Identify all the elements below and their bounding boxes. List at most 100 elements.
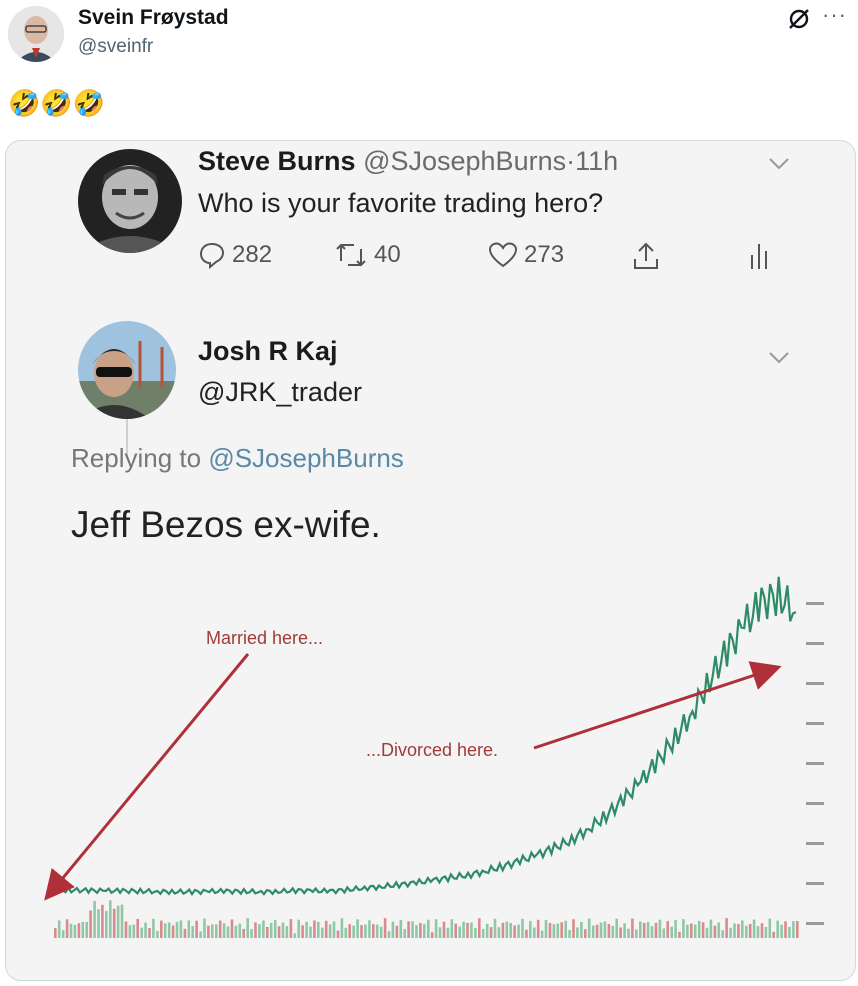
volume-bar bbox=[729, 927, 732, 938]
volume-bar bbox=[674, 919, 677, 938]
steve-burns-avatar bbox=[78, 149, 182, 253]
volume-bar bbox=[120, 904, 124, 938]
volume-bar bbox=[611, 926, 615, 938]
volume-bar bbox=[584, 929, 587, 938]
volume-bar bbox=[462, 921, 465, 938]
volume-bar bbox=[446, 927, 450, 938]
axis-tick-mark bbox=[806, 722, 824, 725]
like-count: 273 bbox=[524, 241, 565, 268]
volume-bar bbox=[258, 924, 261, 938]
volume-bar bbox=[101, 904, 104, 938]
volume-bar bbox=[517, 924, 520, 938]
volume-bar bbox=[383, 918, 387, 938]
volume-bar bbox=[725, 918, 728, 938]
volume-bar bbox=[717, 922, 721, 938]
volume-bar bbox=[580, 921, 583, 938]
volume-bar bbox=[529, 921, 532, 938]
retweet-count: 40 bbox=[374, 241, 401, 268]
volume-bar bbox=[748, 924, 752, 938]
volume-bar bbox=[599, 922, 603, 938]
volume-bar bbox=[780, 924, 783, 938]
volume-bar bbox=[572, 919, 575, 938]
heart-icon bbox=[488, 242, 518, 268]
volume-bar bbox=[693, 924, 697, 938]
volume-bar bbox=[548, 922, 552, 938]
volume-bar bbox=[533, 927, 536, 938]
avatar-image bbox=[78, 149, 182, 253]
author-name[interactable]: Svein Frøystad bbox=[78, 6, 229, 30]
volume-bar bbox=[77, 923, 81, 938]
volume-bar bbox=[215, 924, 218, 938]
volume-bar bbox=[745, 925, 748, 938]
volume-bar bbox=[721, 930, 724, 938]
volume-bar bbox=[458, 926, 461, 938]
volume-bar bbox=[536, 919, 540, 938]
volume-bar bbox=[191, 926, 194, 938]
chart-series-line bbox=[53, 576, 797, 897]
volume-bar bbox=[395, 925, 399, 938]
volume-bar bbox=[489, 927, 493, 938]
volume-bar bbox=[124, 921, 128, 938]
volume-bar bbox=[796, 921, 799, 938]
volume-bar bbox=[167, 922, 171, 938]
volume-bar bbox=[399, 920, 403, 938]
volume-bar bbox=[297, 919, 300, 938]
attached-image[interactable]: Steve Burns @SJosephBurns·11h Who is you… bbox=[5, 140, 856, 981]
stock-chart: Married here... ...Divorced here. bbox=[44, 576, 824, 938]
volume-bar bbox=[81, 921, 85, 938]
volume-bar bbox=[497, 927, 501, 938]
volume-bar bbox=[132, 924, 136, 938]
volume-bar bbox=[615, 918, 618, 938]
volume-bar bbox=[317, 921, 320, 938]
volume-bar bbox=[587, 918, 591, 938]
chevron-down-icon bbox=[769, 158, 789, 170]
volume-bar bbox=[427, 919, 430, 938]
chart-right-axis bbox=[806, 602, 824, 925]
more-icon[interactable]: ··· bbox=[822, 2, 847, 28]
volume-bar bbox=[540, 930, 544, 938]
volume-bar bbox=[109, 900, 112, 938]
volume-bar bbox=[163, 923, 167, 938]
grok-slash-icon[interactable] bbox=[786, 6, 812, 32]
volume-bar bbox=[356, 919, 359, 938]
volume-bar bbox=[760, 923, 764, 938]
replying-prefix: Replying to bbox=[71, 443, 202, 473]
volume-bar bbox=[262, 920, 265, 938]
volume-bar bbox=[678, 931, 681, 938]
volume-bar bbox=[686, 924, 689, 938]
chart-annotations: Married here... ...Divorced here. bbox=[44, 628, 782, 901]
author-avatar[interactable] bbox=[8, 6, 64, 62]
volume-bar bbox=[332, 921, 336, 938]
volume-bar bbox=[682, 919, 685, 938]
share-action bbox=[632, 241, 660, 271]
volume-bar bbox=[156, 930, 159, 938]
volume-bar bbox=[737, 924, 740, 938]
volume-bar bbox=[65, 919, 69, 938]
volume-bar bbox=[552, 924, 556, 938]
volume-bar bbox=[344, 927, 348, 938]
volume-bar bbox=[281, 922, 285, 938]
volume-bar bbox=[187, 920, 191, 938]
volume-bar bbox=[525, 929, 528, 938]
volume-bar bbox=[293, 933, 297, 938]
volume-bar bbox=[199, 931, 202, 938]
volume-bar bbox=[250, 929, 253, 938]
volume-bar bbox=[784, 921, 787, 938]
replying-to: Replying to @SJosephBurns bbox=[71, 443, 404, 474]
volume-bar bbox=[207, 925, 210, 938]
volume-bar bbox=[269, 922, 273, 938]
volume-bar bbox=[568, 930, 571, 938]
analytics-icon bbox=[751, 244, 767, 269]
volume-bar bbox=[564, 920, 567, 938]
quoted-author-line: Steve Burns @SJosephBurns·11h bbox=[198, 146, 618, 177]
reply-icon bbox=[199, 242, 225, 269]
volume-bar bbox=[560, 922, 563, 938]
volume-bar bbox=[788, 927, 791, 938]
author-handle[interactable]: @sveinfr bbox=[78, 36, 153, 58]
retweet-action: 40 bbox=[334, 241, 401, 269]
volume-bar bbox=[57, 920, 61, 938]
volume-bar bbox=[203, 918, 206, 938]
volume-bar bbox=[128, 925, 132, 938]
volume-bar bbox=[430, 932, 434, 938]
volume-bar bbox=[415, 925, 418, 938]
